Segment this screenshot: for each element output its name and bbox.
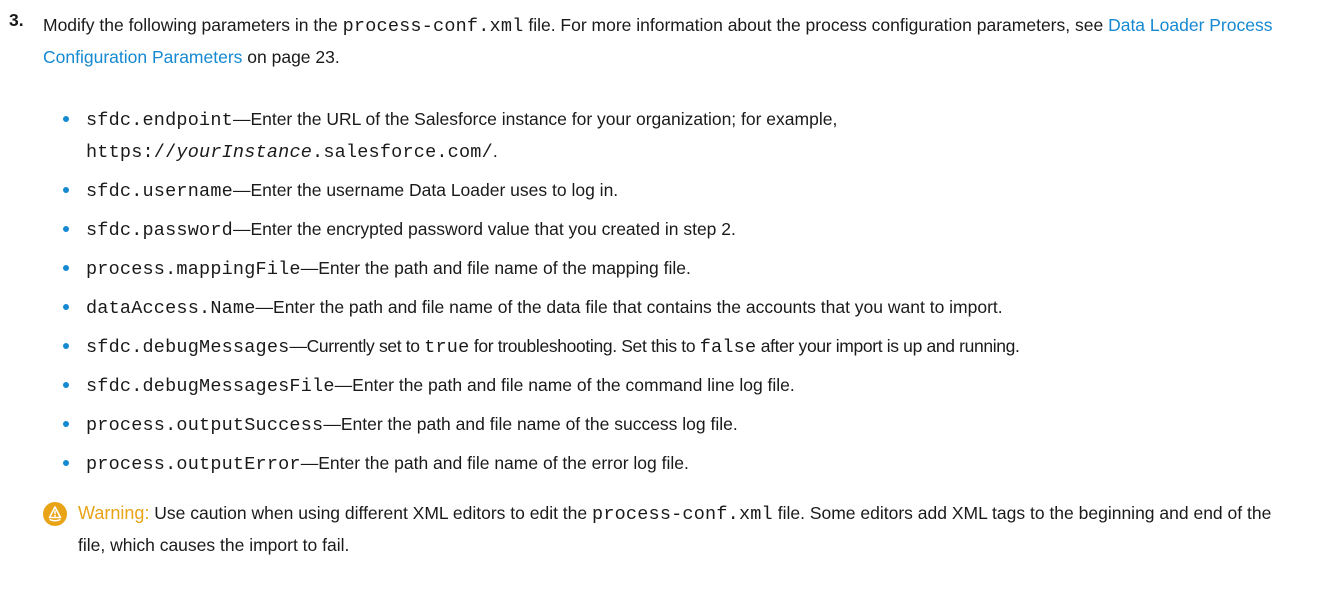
parameter-list: sfdc.endpoint—Enter the URL of the Sales… — [63, 104, 1313, 487]
step-intro-continued: file. For more information about the pro… — [528, 15, 1104, 35]
parameter-description: —Enter the username Data Loader uses to … — [232, 180, 619, 200]
parameter-description: —Enter the path and file name of the com… — [334, 375, 795, 395]
bullet-icon — [63, 226, 69, 232]
parameter-description: —Enter the path and file name of the suc… — [323, 414, 738, 434]
parameter-description: —Currently set to — [289, 336, 420, 356]
example-end: . — [492, 141, 498, 161]
parameter-description-end: after your import is up and running. — [760, 336, 1020, 356]
list-item: sfdc.debugMessagesFile—Enter the path an… — [63, 370, 1313, 402]
parameter-name: dataAccess.Name — [86, 298, 256, 319]
list-item: process.mappingFile—Enter the path and f… — [63, 253, 1313, 285]
parameter-name: sfdc.password — [86, 220, 233, 241]
parameter-name: process.outputError — [86, 454, 301, 475]
parameter-name: sfdc.username — [86, 181, 233, 202]
config-file-name: process-conf.xml — [342, 16, 524, 37]
warning-file-name: process-conf.xml — [592, 504, 773, 525]
false-value: false — [699, 337, 757, 358]
example-url-instance: yourInstance — [176, 142, 313, 163]
parameter-description: —Enter the path and file name of the err… — [300, 453, 689, 473]
parameter-name: sfdc.debugMessages — [86, 337, 290, 358]
parameter-description-middle: for troubleshooting. Set this to — [473, 336, 696, 356]
list-item: sfdc.debugMessages—Currently set to true… — [63, 331, 1313, 363]
step-number: 3. — [9, 10, 24, 30]
bullet-icon — [63, 343, 69, 349]
parameter-name: sfdc.endpoint — [86, 110, 233, 131]
bullet-icon — [63, 460, 69, 466]
parameter-name: process.mappingFile — [86, 259, 301, 280]
warning-message: Use caution when using different XML edi… — [154, 503, 588, 523]
parameter-description: —Enter the URL of the Salesforce instanc… — [232, 109, 838, 129]
bullet-icon — [63, 304, 69, 310]
list-item: sfdc.endpoint—Enter the URL of the Sales… — [63, 104, 1313, 168]
parameter-description: —Enter the encrypted password value that… — [232, 219, 736, 239]
list-item: process.outputSuccess—Enter the path and… — [63, 409, 1313, 441]
parameter-name: sfdc.debugMessagesFile — [86, 376, 335, 397]
true-value: true — [424, 337, 470, 358]
parameter-description: —Enter the path and file name of the dat… — [255, 297, 1003, 317]
example-url-prefix: https:// — [86, 142, 177, 163]
list-item: process.outputError—Enter the path and f… — [63, 448, 1313, 480]
bullet-icon — [63, 116, 69, 122]
warning-icon — [43, 502, 67, 526]
page-reference: on page 23. — [247, 47, 340, 67]
warning-text: Warning: Use caution when using differen… — [78, 498, 1298, 560]
parameter-description: —Enter the path and file name of the map… — [300, 258, 691, 278]
step-text: Modify the following parameters in the p… — [43, 10, 1308, 72]
list-item: sfdc.username—Enter the username Data Lo… — [63, 175, 1313, 207]
example-url-suffix: .salesforce.com/ — [312, 142, 493, 163]
step-intro: Modify the following parameters in the — [43, 15, 338, 35]
bullet-icon — [63, 265, 69, 271]
bullet-icon — [63, 187, 69, 193]
list-item: dataAccess.Name—Enter the path and file … — [63, 292, 1313, 324]
warning-label: Warning: — [78, 503, 150, 523]
parameter-name: process.outputSuccess — [86, 415, 324, 436]
list-item: sfdc.password—Enter the encrypted passwo… — [63, 214, 1313, 246]
bullet-icon — [63, 421, 69, 427]
bullet-icon — [63, 382, 69, 388]
